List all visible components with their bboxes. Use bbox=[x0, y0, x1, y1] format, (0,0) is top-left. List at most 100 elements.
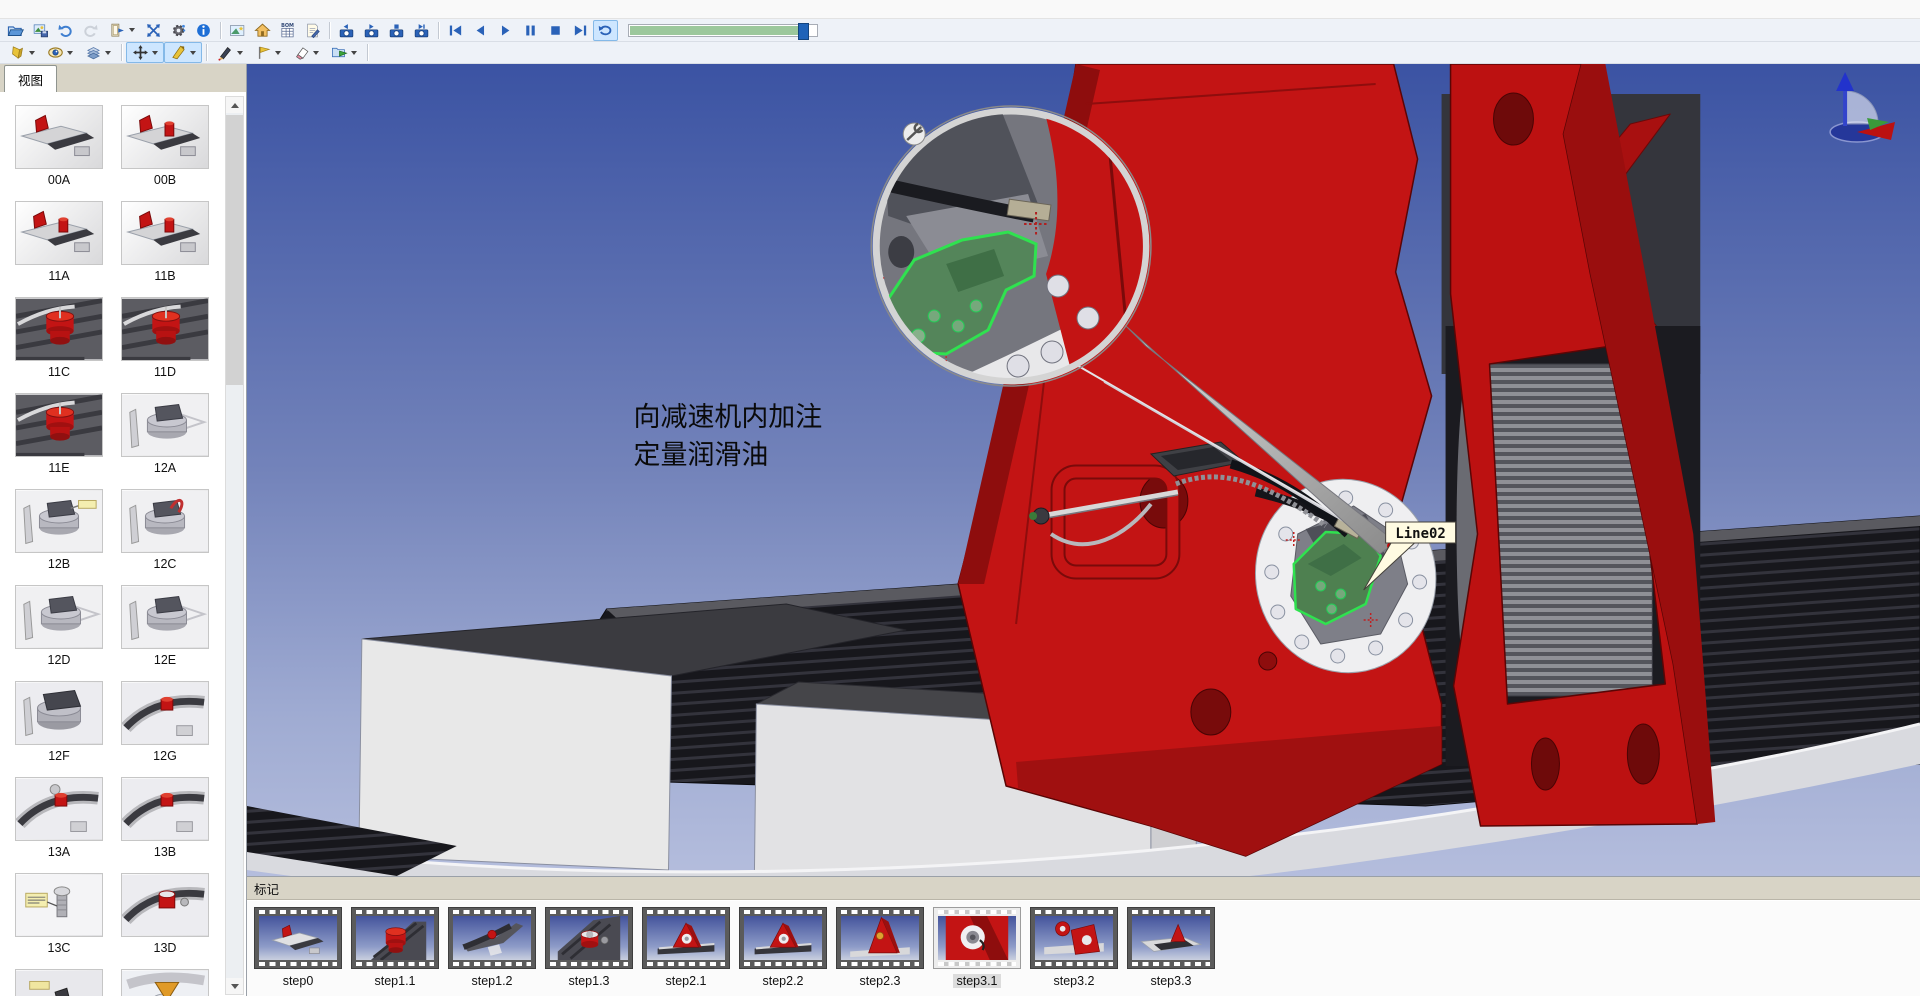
view-thumbnail-image[interactable] bbox=[15, 105, 103, 169]
view-thumbnail-image[interactable] bbox=[121, 585, 209, 649]
open-file-button[interactable] bbox=[3, 20, 28, 41]
snapshot-button[interactable] bbox=[225, 20, 250, 41]
keyframe-back-button[interactable] bbox=[334, 20, 359, 41]
view-thumbnail-image[interactable] bbox=[121, 969, 209, 996]
dropdown-arrow-icon[interactable] bbox=[152, 51, 158, 55]
view-thumbnail-image[interactable] bbox=[121, 393, 209, 457]
step-thumbnail[interactable]: step1.3 bbox=[545, 907, 633, 988]
dropdown-arrow-icon[interactable] bbox=[29, 51, 35, 55]
loop-button[interactable] bbox=[593, 20, 618, 41]
view-thumbnail-image[interactable] bbox=[15, 585, 103, 649]
menu-view[interactable] bbox=[40, 8, 58, 10]
step-filmstrip-frame[interactable] bbox=[254, 907, 342, 969]
view-thumbnail-image[interactable] bbox=[121, 297, 209, 361]
view-thumbnail[interactable] bbox=[121, 969, 209, 996]
step-filmstrip-frame[interactable] bbox=[739, 907, 827, 969]
dropdown-arrow-icon[interactable] bbox=[105, 51, 111, 55]
view-thumbnail[interactable]: 11D bbox=[121, 297, 209, 380]
view-thumbnail[interactable]: 12C bbox=[121, 489, 209, 572]
view-thumbnail[interactable]: 12A bbox=[121, 393, 209, 476]
label-flag-button[interactable] bbox=[249, 42, 287, 63]
view-thumbnail[interactable]: 12B bbox=[15, 489, 103, 572]
step-filmstrip-frame[interactable] bbox=[933, 907, 1021, 969]
dropdown-arrow-icon[interactable] bbox=[129, 28, 135, 32]
pause-button[interactable] bbox=[518, 20, 543, 41]
view-thumbnail[interactable]: 13D bbox=[121, 873, 209, 956]
view-thumbnail[interactable] bbox=[15, 969, 103, 996]
view-thumbnail[interactable]: 12F bbox=[15, 681, 103, 764]
go-last-button[interactable] bbox=[568, 20, 593, 41]
keyframe-stop-button[interactable] bbox=[384, 20, 409, 41]
view-thumbnail[interactable]: 13C bbox=[15, 873, 103, 956]
view-thumbnail[interactable]: 13B bbox=[121, 777, 209, 860]
view-thumbnail[interactable]: 12E bbox=[121, 585, 209, 668]
settings-button[interactable] bbox=[166, 20, 191, 41]
step-back-button[interactable] bbox=[468, 20, 493, 41]
step-thumbnail[interactable]: step2.3 bbox=[836, 907, 924, 988]
view-thumbnail[interactable]: 12D bbox=[15, 585, 103, 668]
dropdown-arrow-icon[interactable] bbox=[67, 51, 73, 55]
view-thumbnail-image[interactable] bbox=[15, 681, 103, 745]
step-thumbnail[interactable]: step2.1 bbox=[642, 907, 730, 988]
menu-help[interactable] bbox=[58, 8, 76, 10]
view-thumbnail-image[interactable] bbox=[121, 777, 209, 841]
view-thumbnail-image[interactable] bbox=[15, 393, 103, 457]
view-thumbnail[interactable]: 00B bbox=[121, 105, 209, 188]
view-thumbnail-image[interactable] bbox=[121, 201, 209, 265]
view-thumbnail-image[interactable] bbox=[121, 681, 209, 745]
view-thumbnail-image[interactable] bbox=[121, 105, 209, 169]
erase-markup-button[interactable] bbox=[287, 42, 325, 63]
export-view-button[interactable] bbox=[325, 42, 363, 63]
dropdown-arrow-icon[interactable] bbox=[190, 51, 196, 55]
scrollbar-thumb[interactable] bbox=[226, 115, 243, 385]
step-filmstrip-frame[interactable] bbox=[448, 907, 536, 969]
window-layout-button[interactable] bbox=[103, 20, 141, 41]
step-thumbnail[interactable]: step0 bbox=[254, 907, 342, 988]
view-thumbnail-image[interactable] bbox=[15, 201, 103, 265]
view-thumbnail[interactable]: 00A bbox=[15, 105, 103, 188]
move-part-button[interactable] bbox=[126, 42, 164, 63]
undo-button[interactable] bbox=[53, 20, 78, 41]
3d-viewport[interactable]: Line02 向减速机内加注 定量润滑油 bbox=[247, 64, 1920, 876]
playback-progress-slider[interactable] bbox=[628, 24, 818, 37]
go-first-button[interactable] bbox=[443, 20, 468, 41]
view-thumbnail-image[interactable] bbox=[15, 777, 103, 841]
step-filmstrip-frame[interactable] bbox=[1127, 907, 1215, 969]
scroll-up-button[interactable] bbox=[226, 97, 243, 113]
home-view-button[interactable] bbox=[250, 20, 275, 41]
info-button[interactable] bbox=[191, 20, 216, 41]
view-thumbnail-image[interactable] bbox=[15, 297, 103, 361]
view-thumbnail-image[interactable] bbox=[15, 873, 103, 937]
tab-views[interactable]: 视图 bbox=[4, 65, 57, 92]
menu-edit[interactable] bbox=[22, 8, 40, 10]
step-thumbnail[interactable]: step2.2 bbox=[739, 907, 827, 988]
annotate-pen-button[interactable] bbox=[211, 42, 249, 63]
step-thumbnail[interactable]: step1.2 bbox=[448, 907, 536, 988]
view-thumbnail[interactable]: 11C bbox=[15, 297, 103, 380]
display-mode-button[interactable] bbox=[79, 42, 117, 63]
view-thumbnail[interactable]: 12G bbox=[121, 681, 209, 764]
step-thumbnail[interactable]: step3.1 bbox=[933, 907, 1021, 988]
stop-button[interactable] bbox=[543, 20, 568, 41]
view-thumbnail[interactable]: 11B bbox=[121, 201, 209, 284]
view-thumbnail[interactable]: 11A bbox=[15, 201, 103, 284]
step-thumbnail[interactable]: step3.2 bbox=[1030, 907, 1118, 988]
view-thumbnail-image[interactable] bbox=[15, 969, 103, 996]
view-thumbnail[interactable]: 11E bbox=[15, 393, 103, 476]
step-thumbnail[interactable]: step3.3 bbox=[1127, 907, 1215, 988]
playback-progress-handle[interactable] bbox=[798, 23, 809, 40]
dropdown-arrow-icon[interactable] bbox=[313, 51, 319, 55]
fit-window-button[interactable] bbox=[141, 20, 166, 41]
keyframe-play-button[interactable] bbox=[359, 20, 384, 41]
dropdown-arrow-icon[interactable] bbox=[237, 51, 243, 55]
redo-button[interactable] bbox=[78, 20, 103, 41]
view-thumbnail[interactable]: 13A bbox=[15, 777, 103, 860]
scroll-down-button[interactable] bbox=[226, 978, 243, 994]
view-thumbnail-image[interactable] bbox=[15, 489, 103, 553]
visibility-button[interactable] bbox=[41, 42, 79, 63]
play-button[interactable] bbox=[493, 20, 518, 41]
dropdown-arrow-icon[interactable] bbox=[275, 51, 281, 55]
menu-file[interactable] bbox=[4, 8, 22, 10]
step-thumbnail[interactable]: step1.1 bbox=[351, 907, 439, 988]
keyframe-forward-button[interactable] bbox=[409, 20, 434, 41]
